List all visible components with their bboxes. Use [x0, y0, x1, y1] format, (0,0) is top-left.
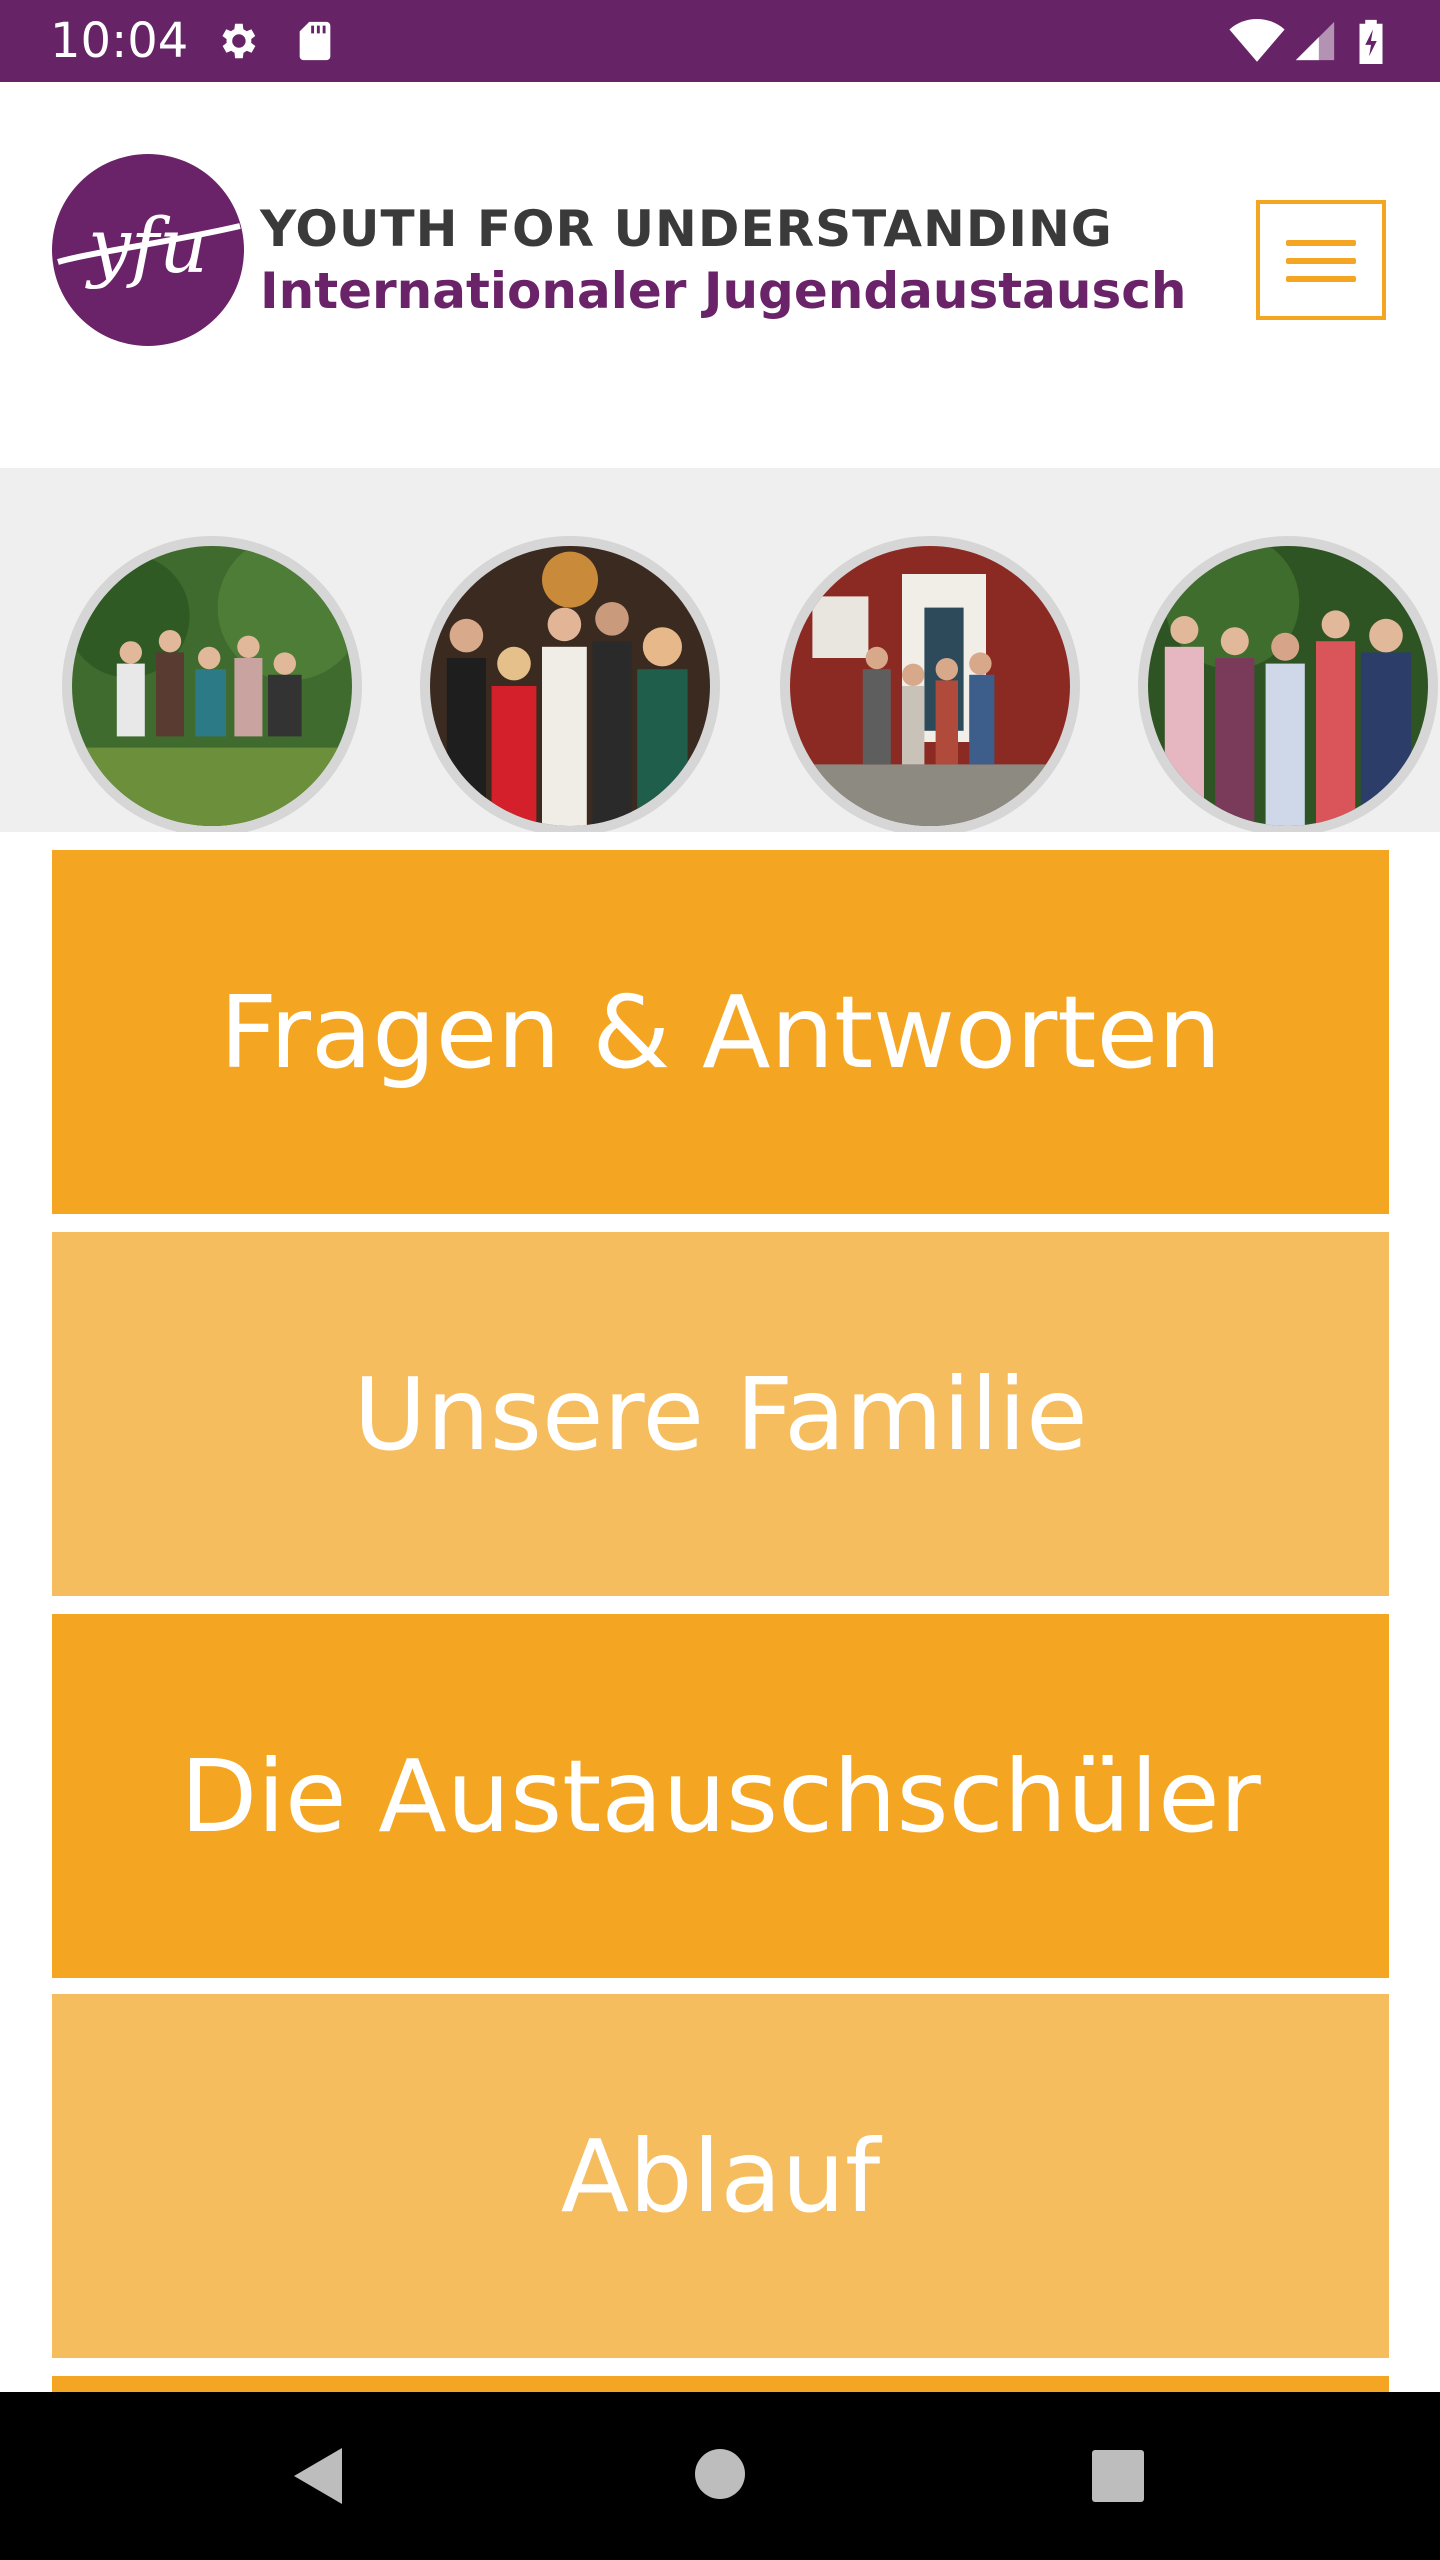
tile-next-partial[interactable] — [52, 2376, 1389, 2392]
cell-signal-icon — [1295, 21, 1335, 61]
tile-ablauf[interactable]: Ablauf — [52, 1994, 1389, 2358]
system-nav-bar — [0, 2392, 1440, 2560]
tile-label: Unsere Familie — [353, 1355, 1088, 1473]
status-bar: 10:04 — [0, 0, 1440, 82]
back-icon[interactable] — [290, 2446, 346, 2506]
tile-label: Ablauf — [560, 2117, 881, 2235]
svg-text:yfu: yfu — [85, 201, 208, 290]
site-header: yfu YOUTH FOR UNDERSTANDING Internationa… — [0, 82, 1440, 468]
tile-die-austauschschueler[interactable]: Die Austauschschüler — [52, 1614, 1389, 1978]
photo-house-family[interactable] — [780, 536, 1080, 832]
photo-wedding-party[interactable] — [420, 536, 720, 832]
tile-label: Fragen & Antworten — [219, 973, 1222, 1091]
recents-icon[interactable] — [1092, 2450, 1144, 2502]
brand-subtitle: Internationaler Jugendaustausch — [260, 262, 1187, 320]
yfu-logo[interactable]: yfu — [52, 154, 244, 346]
wifi-icon — [1229, 18, 1285, 62]
hamburger-menu-button[interactable] — [1256, 200, 1386, 320]
tile-label: Die Austauschschüler — [180, 1737, 1261, 1855]
tile-unsere-familie[interactable]: Unsere Familie — [52, 1232, 1389, 1596]
status-time: 10:04 — [50, 13, 189, 69]
photo-group-garden[interactable] — [62, 536, 362, 832]
tile-fragen-antworten[interactable]: Fragen & Antworten — [52, 850, 1389, 1214]
home-icon[interactable] — [694, 2448, 746, 2500]
settings-icon — [222, 23, 256, 59]
sd-card-icon — [299, 21, 331, 61]
battery-charging-icon — [1359, 19, 1383, 64]
photo-group-outdoor[interactable] — [1138, 536, 1438, 832]
photo-gallery[interactable] — [0, 468, 1440, 832]
brand-title: YOUTH FOR UNDERSTANDING — [260, 200, 1113, 258]
yfu-logo-mark: yfu — [57, 201, 241, 290]
